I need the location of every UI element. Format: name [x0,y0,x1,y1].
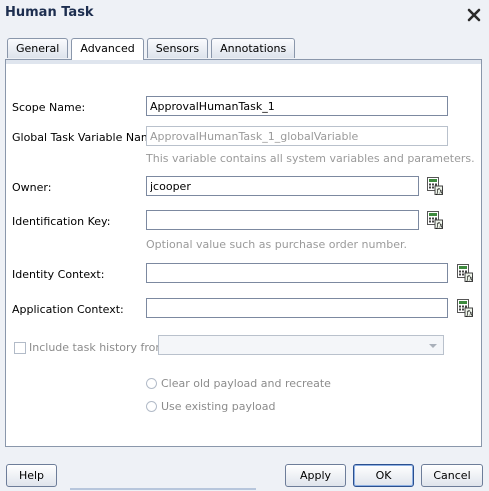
dialog-title: Human Task [5,5,94,20]
tab-bar: General Advanced Sensors Annotations [7,38,298,60]
use-existing-payload-radio[interactable] [146,401,157,412]
identity-context-input[interactable] [146,263,448,283]
tab-advanced[interactable]: Advanced [71,38,144,60]
status-bar-line [70,488,256,490]
chevron-down-icon [429,344,437,348]
scope-name-label: Scope Name: [12,101,86,114]
application-context-input[interactable] [146,298,448,318]
svg-text:fx: fx [465,274,473,282]
clear-payload-radio[interactable] [146,378,157,389]
cancel-button[interactable]: Cancel [421,464,483,487]
svg-text:fx: fx [435,187,443,195]
scope-name-input[interactable] [146,96,448,116]
tab-sensors[interactable]: Sensors [146,38,209,58]
owner-expression-builder-icon[interactable]: fx [427,177,443,195]
identification-key-expression-builder-icon[interactable]: fx [427,211,443,229]
global-task-variable-label: Global Task Variable Name: [12,131,163,144]
advanced-panel: Scope Name: Global Task Variable Name: T… [5,59,482,447]
ok-button[interactable]: OK [353,464,414,487]
clear-payload-label: Clear old payload and recreate [161,377,331,390]
include-history-combo[interactable] [158,335,444,355]
help-button[interactable]: Help [6,464,57,487]
include-history-checkbox[interactable] [14,342,26,354]
identity-context-label: Identity Context: [12,268,105,281]
panel-top-band [6,60,481,64]
global-task-variable-hint: This variable contains all system variab… [146,152,475,165]
owner-label: Owner: [12,181,52,194]
application-context-expression-builder-icon[interactable]: fx [457,299,473,317]
identification-key-label: Identification Key: [12,215,111,228]
use-existing-payload-label: Use existing payload [161,400,276,413]
global-task-variable-input [146,126,448,146]
identification-key-input[interactable] [146,210,419,230]
identity-context-expression-builder-icon[interactable]: fx [457,264,473,282]
tab-annotations[interactable]: Annotations [211,38,296,58]
owner-input[interactable] [146,176,419,196]
identification-key-hint: Optional value such as purchase order nu… [146,238,407,251]
application-context-label: Application Context: [12,303,124,316]
close-icon[interactable] [466,7,482,23]
svg-text:fx: fx [435,221,443,229]
include-history-label: Include task history from: [29,341,170,354]
svg-text:fx: fx [465,309,473,317]
apply-button[interactable]: Apply [285,464,346,487]
tab-general[interactable]: General [7,38,69,58]
